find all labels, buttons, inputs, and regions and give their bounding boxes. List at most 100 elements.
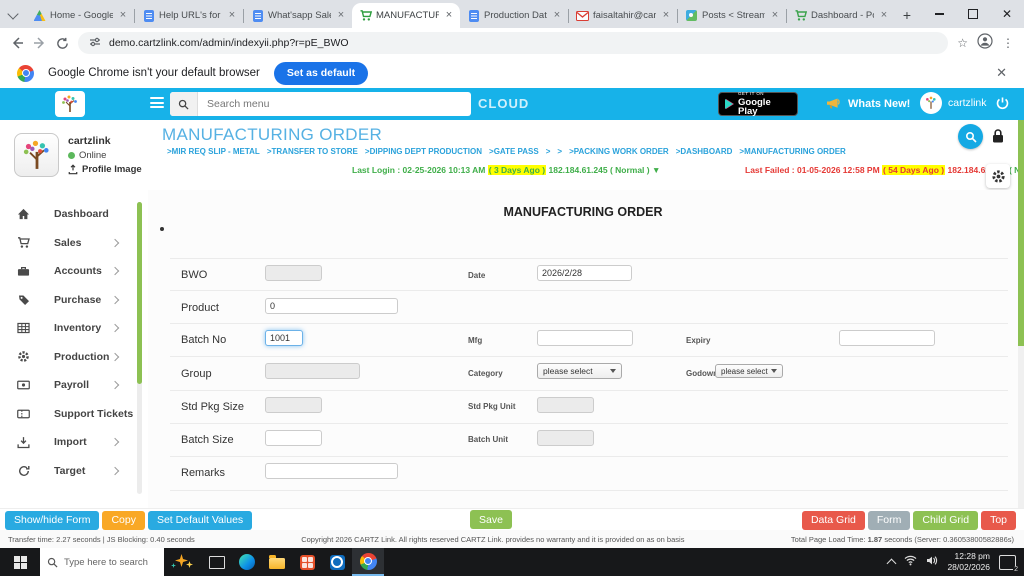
tab-close-icon[interactable]: × (769, 10, 781, 22)
sidebar-item-accounts[interactable]: Accounts (0, 257, 148, 286)
wifi-icon[interactable] (904, 553, 917, 571)
category-select[interactable]: please select (537, 363, 622, 379)
action-center-icon[interactable]: 2 (999, 554, 1019, 573)
file-explorer-icon[interactable] (262, 548, 292, 576)
product-input[interactable] (265, 298, 398, 314)
search-icon[interactable] (170, 92, 198, 116)
sidebar-item-target[interactable]: Target (0, 457, 148, 486)
last-failed-info[interactable]: Last Failed : 01-05-2026 12:58 PM ( 54 D… (745, 165, 1024, 175)
last-login-info[interactable]: Last Login : 02-25-2026 10:13 AM ( 3 Day… (352, 165, 660, 175)
godown-select[interactable]: please select (715, 364, 783, 378)
tab-close-icon[interactable]: × (551, 10, 563, 22)
edge-icon[interactable] (232, 548, 262, 576)
batch-no-input[interactable] (265, 330, 303, 346)
child-grid-button[interactable]: Child Grid (913, 510, 979, 530)
taskbar-clock[interactable]: 12:28 pm 28/02/2026 (947, 551, 990, 572)
account-menu[interactable]: cartzlink (920, 92, 987, 114)
sidebar-item-inventory[interactable]: Inventory (0, 314, 148, 343)
sidebar-item-sales[interactable]: Sales (0, 229, 148, 258)
forward-icon[interactable] (33, 36, 47, 50)
dismiss-notification-icon[interactable]: ✕ (996, 65, 1007, 81)
date-input[interactable] (537, 265, 632, 281)
copy-button[interactable]: Copy (102, 510, 145, 530)
page-search-button[interactable] (958, 124, 983, 149)
cortana-sparkle-icon[interactable] (168, 548, 202, 576)
batch-size-input[interactable] (265, 430, 322, 446)
page-scrollbar-thumb[interactable] (1018, 120, 1024, 346)
maximize-button[interactable] (956, 0, 990, 28)
address-bar[interactable]: demo.cartzlink.com/admin/indexyii.php?r=… (78, 32, 949, 54)
tab-posts-streamline[interactable]: Posts < Streamline × (678, 3, 786, 28)
browser-menu-icon[interactable]: ⋮ (1002, 36, 1014, 50)
outlook-icon[interactable] (322, 548, 352, 576)
task-view-icon[interactable] (202, 548, 232, 576)
top-button[interactable]: Top (981, 510, 1016, 530)
tab-dashboard[interactable]: Dashboard - Powe × (787, 3, 895, 28)
reload-icon[interactable] (56, 37, 69, 50)
breadcrumb-item[interactable]: >MANUFACTURING ORDER (739, 147, 845, 156)
hamburger-menu-icon[interactable] (150, 97, 164, 111)
tab-close-icon[interactable]: × (335, 10, 347, 22)
taskbar-search[interactable]: Type here to search (40, 548, 164, 576)
tab-mail[interactable]: faisaltahir@cartzli × (569, 3, 677, 28)
show-hide-form-button[interactable]: Show/hide Form (5, 510, 100, 530)
tab-close-icon[interactable]: × (660, 10, 672, 22)
breadcrumb-item[interactable]: > (557, 147, 562, 156)
back-icon[interactable] (10, 36, 24, 50)
breadcrumb-item[interactable]: >GATE PASS (489, 147, 539, 156)
start-button[interactable] (0, 548, 40, 576)
app-logo[interactable] (55, 91, 85, 117)
whats-new-link[interactable]: Whats New! (825, 95, 910, 113)
profile-avatar-icon[interactable] (977, 32, 993, 54)
minimize-button[interactable] (922, 0, 956, 28)
tab-search-button[interactable] (0, 2, 26, 28)
sidebar-item-import[interactable]: Import (0, 428, 148, 457)
tab-manufacturing-active[interactable]: MANUFACTURING × (352, 3, 460, 28)
tab-home-google-drive[interactable]: Home - Google Dr × (26, 3, 134, 28)
profile-image[interactable] (14, 133, 59, 177)
volume-icon[interactable] (926, 553, 938, 571)
breadcrumb-item[interactable]: >MIR REQ SLIP - METAL (167, 147, 260, 156)
breadcrumb-item[interactable]: > (546, 147, 551, 156)
expiry-input[interactable] (839, 330, 935, 346)
breadcrumb-item[interactable]: >PACKING WORK ORDER (569, 147, 669, 156)
new-tab-button[interactable]: + (895, 3, 919, 27)
logout-power-icon[interactable] (995, 96, 1010, 116)
lock-icon[interactable] (991, 128, 1005, 149)
form-button[interactable]: Form (867, 510, 911, 530)
breadcrumb-item[interactable]: >DASHBOARD (676, 147, 733, 156)
set-as-default-button[interactable]: Set as default (273, 61, 369, 85)
tab-close-icon[interactable]: × (226, 10, 238, 22)
system-tray: 12:28 pm 28/02/2026 2 (887, 551, 1024, 573)
tab-whatsapp-sales[interactable]: What'sapp Sales N × (244, 3, 352, 28)
breadcrumb-item[interactable]: >TRANSFER TO STORE (267, 147, 358, 156)
sidebar-item-purchase[interactable]: Purchase (0, 286, 148, 315)
profile-image-upload[interactable]: Profile Image (68, 164, 142, 175)
sidebar-item-payroll[interactable]: Payroll (0, 371, 148, 400)
bookmark-star-icon[interactable]: ☆ (957, 36, 968, 50)
remarks-input[interactable] (265, 463, 398, 479)
mfg-input[interactable] (537, 330, 633, 346)
data-grid-button[interactable]: Data Grid (801, 510, 865, 530)
save-button[interactable]: Save (470, 510, 512, 529)
sidebar-item-dashboard[interactable]: Dashboard (0, 200, 148, 229)
tab-help-urls[interactable]: Help URL's for ERP × (135, 3, 243, 28)
batch-size-label: Batch Size (181, 434, 234, 446)
tab-close-icon[interactable]: × (878, 10, 890, 22)
sidebar-item-support-tickets[interactable]: Support Tickets (0, 400, 148, 429)
menu-search-input[interactable] (198, 98, 471, 110)
sidebar-item-production[interactable]: Production (0, 343, 148, 372)
tab-close-icon[interactable]: × (443, 10, 455, 22)
hidden-icons-chevron[interactable] (887, 558, 897, 569)
breadcrumb-item[interactable]: >DIPPING DEPT PRODUCTION (365, 147, 482, 156)
sidebar-scrollbar-thumb[interactable] (137, 202, 142, 384)
store-app-icon[interactable] (292, 548, 322, 576)
tab-production-data[interactable]: Production Data E × (460, 3, 568, 28)
google-play-badge[interactable]: GET IT ON Google Play (718, 91, 798, 116)
chrome-taskbar-icon[interactable] (352, 548, 384, 576)
close-button[interactable]: ✕ (990, 0, 1024, 28)
set-default-values-button[interactable]: Set Default Values (147, 510, 253, 530)
tab-close-icon[interactable]: × (117, 10, 129, 22)
settings-gear-button[interactable] (986, 164, 1010, 188)
site-settings-icon[interactable] (89, 36, 101, 51)
